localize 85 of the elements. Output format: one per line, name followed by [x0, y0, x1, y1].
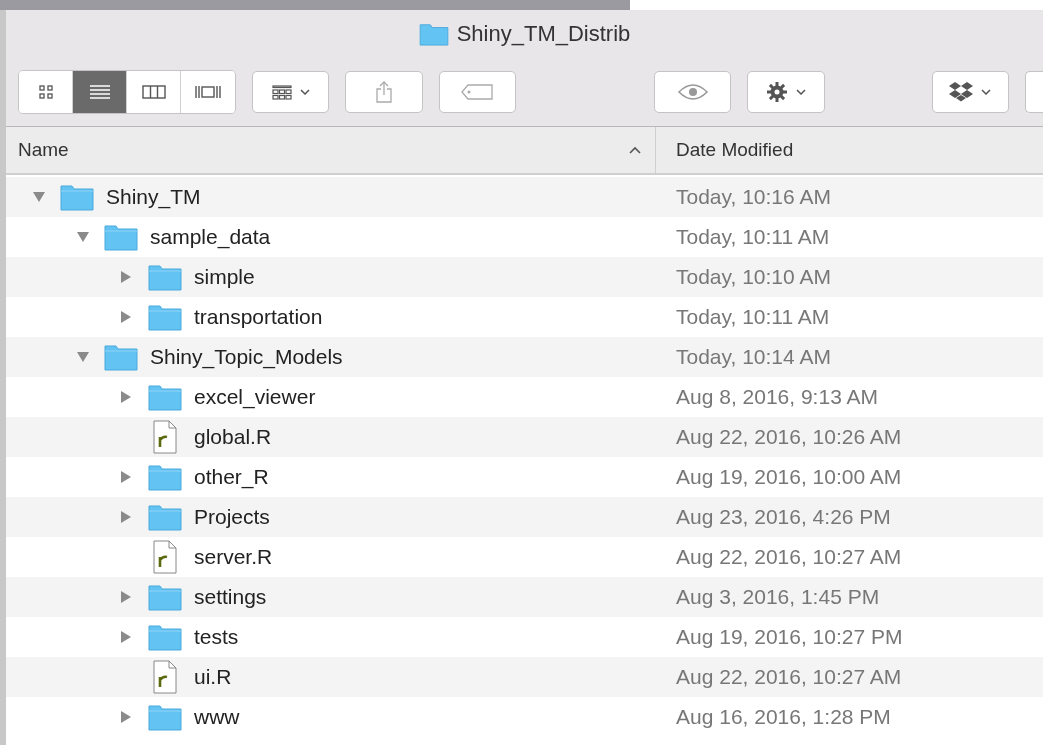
folder-icon: [148, 463, 182, 491]
date-modified: Aug 23, 2016, 4:26 PM: [676, 505, 891, 529]
folder-icon: [148, 623, 182, 651]
date-modified: Aug 8, 2016, 9:13 AM: [676, 385, 878, 409]
r-file-icon: [152, 540, 178, 574]
r-file-icon: [152, 660, 178, 694]
share-icon: [375, 80, 393, 104]
gear-icon: [765, 81, 788, 103]
tag-button[interactable]: [438, 71, 516, 113]
action-button[interactable]: [747, 71, 825, 113]
column-header[interactable]: Date Modified: [656, 127, 794, 173]
file-row[interactable]: Projects Aug 23, 2016, 4:26 PM: [6, 497, 1043, 537]
quick-look-button[interactable]: [654, 71, 732, 113]
date-modified: Aug 19, 2016, 10:00 AM: [676, 465, 902, 489]
window-title: Shiny_TM_Distrib: [456, 21, 631, 47]
disclosure-triangle-icon[interactable]: [120, 310, 132, 324]
date-modified: Today, 10:11 AM: [676, 225, 830, 249]
disclosure-triangle-icon[interactable]: [76, 351, 90, 363]
file-name: Shiny_Topic_Models: [150, 345, 343, 369]
file-row[interactable]: ui.R Aug 22, 2016, 10:27 AM: [6, 657, 1043, 697]
grid-icon: [37, 84, 54, 100]
file-name: ui.R: [194, 665, 232, 689]
folder-icon: [148, 703, 182, 731]
list-icon: [88, 84, 111, 100]
disclosure-triangle-icon[interactable]: [120, 630, 132, 644]
tag-icon: [460, 83, 495, 101]
view-mode-button[interactable]: [73, 71, 128, 113]
cover-flow-icon: [194, 84, 223, 100]
file-name: transportation: [194, 305, 323, 329]
disclosure-triangle-icon[interactable]: [32, 191, 46, 203]
disclosure-triangle-icon[interactable]: [120, 470, 132, 484]
date-modified: Aug 22, 2016, 10:27 AM: [676, 545, 902, 569]
date-modified: Aug 22, 2016, 10:26 AM: [676, 425, 902, 449]
file-name: www: [194, 705, 240, 729]
file-name: settings: [194, 585, 267, 609]
file-name: other_R: [194, 465, 269, 489]
folder-icon: [148, 303, 182, 331]
disclosure-triangle-icon[interactable]: [76, 231, 90, 243]
date-modified: Aug 22, 2016, 10:27 AM: [676, 665, 902, 689]
date-modified: Aug 16, 2016, 1:28 PM: [676, 705, 891, 729]
share-button[interactable]: [345, 71, 423, 113]
r-file-icon: [152, 420, 178, 454]
folder-icon: [104, 343, 138, 371]
dropbox-icon: [949, 81, 974, 103]
date-modified: Today, 10:11 AM: [676, 305, 830, 329]
disclosure-triangle-icon[interactable]: [120, 390, 132, 404]
file-row[interactable]: global.R Aug 22, 2016, 10:26 AM: [6, 417, 1043, 457]
file-name: Shiny_TM: [106, 185, 201, 209]
eye-icon: [677, 83, 708, 101]
file-name: sample_data: [150, 225, 271, 249]
folder-icon: [418, 22, 449, 46]
arrange-button[interactable]: [252, 71, 330, 113]
folder-icon: [104, 223, 138, 251]
file-row[interactable]: Shiny_Topic_Models Today, 10:14 AM: [6, 337, 1043, 377]
disclosure-triangle-icon[interactable]: [120, 270, 132, 284]
file-name: server.R: [194, 545, 273, 569]
dropbox-button[interactable]: [931, 71, 1010, 113]
disclosure-triangle-icon[interactable]: [120, 710, 132, 724]
disclosure-triangle-icon[interactable]: [120, 510, 132, 524]
disclosure-triangle-icon[interactable]: [120, 590, 132, 604]
date-modified: Today, 10:10 AM: [676, 265, 831, 289]
column-header[interactable]: Name: [6, 127, 656, 173]
file-name: global.R: [194, 425, 272, 449]
date-modified: Today, 10:16 AM: [676, 185, 831, 209]
chevron-down-icon: [981, 89, 992, 95]
date-modified: Today, 10:14 AM: [676, 345, 831, 369]
file-row[interactable]: Shiny_TM Today, 10:16 AM: [6, 177, 1043, 217]
file-row[interactable]: simple Today, 10:10 AM: [6, 257, 1043, 297]
chevron-down-icon: [795, 89, 806, 95]
folder-icon: [148, 263, 182, 291]
folder-icon: [148, 503, 182, 531]
file-name: tests: [194, 625, 239, 649]
date-modified: Aug 19, 2016, 10:27 PM: [676, 625, 903, 649]
chevron-down-icon: [299, 89, 310, 95]
grid-icon: [271, 84, 292, 100]
file-row[interactable]: settings Aug 3, 2016, 1:45 PM: [6, 577, 1043, 617]
file-name: simple: [194, 265, 255, 289]
file-name: excel_viewer: [194, 385, 316, 409]
folder-icon: [148, 383, 182, 411]
folder-icon: [148, 583, 182, 611]
columns-icon: [141, 84, 166, 100]
view-mode-button[interactable]: [19, 71, 74, 113]
date-modified: Aug 3, 2016, 1:45 PM: [676, 585, 880, 609]
folder-icon: [60, 183, 94, 211]
file-name: Projects: [194, 505, 270, 529]
